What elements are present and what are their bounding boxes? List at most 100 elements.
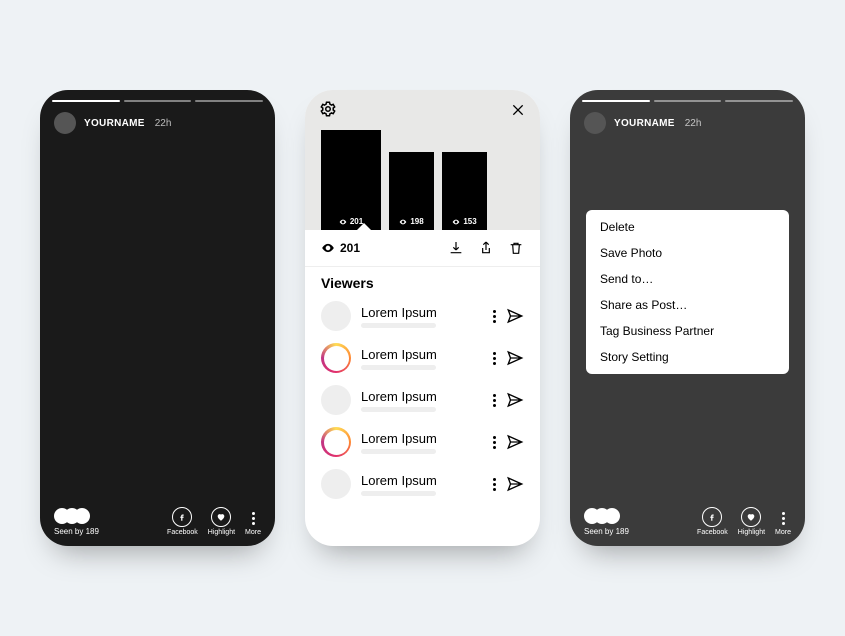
story-actions: Facebook Highlight More — [697, 507, 791, 536]
menu-item[interactable]: Share as Post… — [600, 298, 775, 312]
download-icon[interactable] — [448, 240, 464, 256]
viewer-name-block: Lorem Ipsum — [361, 347, 483, 370]
viewer-subline — [361, 323, 436, 328]
menu-item[interactable]: Delete — [600, 220, 775, 234]
viewer-row[interactable]: Lorem Ipsum — [305, 337, 540, 379]
progress-seg — [124, 100, 192, 102]
more-button[interactable]: More — [245, 512, 261, 536]
seen-by-button[interactable]: Seen by 189 — [584, 508, 629, 536]
viewer-name: Lorem Ipsum — [361, 431, 483, 446]
viewers-tools — [448, 240, 524, 256]
story-phone-basic: YOURNAME 22h Seen by 189 Facebook Highli… — [40, 90, 275, 546]
viewer-name-block: Lorem Ipsum — [361, 431, 483, 454]
facebook-icon — [172, 507, 192, 527]
facebook-icon — [702, 507, 722, 527]
more-icon — [782, 512, 785, 527]
viewer-subline — [361, 449, 436, 454]
send-icon — [506, 349, 524, 367]
viewer-row[interactable]: Lorem Ipsum — [305, 295, 540, 337]
viewers-list: Lorem Ipsum Lorem Ipsum Lorem Ipsum Lorem I… — [305, 295, 540, 505]
story-actions: Facebook Highlight More — [167, 507, 261, 536]
send-button[interactable] — [506, 349, 524, 367]
progress-seg — [52, 100, 120, 102]
send-icon — [506, 391, 524, 409]
viewer-subline — [361, 365, 436, 370]
story-tiles: 201 198 153 — [305, 130, 540, 230]
seen-by-label: Seen by 189 — [54, 527, 99, 536]
gear-icon — [319, 100, 337, 118]
story-phone-with-menu: YOURNAME 22h Delete Save Photo Send to… Sha… — [570, 90, 805, 546]
viewer-avatar[interactable] — [321, 427, 351, 457]
viewer-row[interactable]: Lorem Ipsum — [305, 421, 540, 463]
menu-item[interactable]: Save Photo — [600, 246, 775, 260]
viewer-name: Lorem Ipsum — [361, 347, 483, 362]
eye-icon — [339, 218, 347, 226]
share-icon[interactable] — [478, 240, 494, 256]
highlight-button[interactable]: Highlight — [738, 507, 765, 536]
viewer-more-button[interactable] — [493, 310, 496, 323]
username-label[interactable]: YOURNAME — [614, 118, 675, 129]
viewer-avatar[interactable] — [321, 301, 351, 331]
story-bottom-bar: Seen by 189 Facebook Highlight More — [570, 507, 805, 536]
menu-item[interactable]: Story Setting — [600, 350, 775, 364]
viewer-name: Lorem Ipsum — [361, 473, 483, 488]
viewer-avatar[interactable] — [321, 343, 351, 373]
seen-by-button[interactable]: Seen by 189 — [54, 508, 99, 536]
viewer-more-button[interactable] — [493, 478, 496, 491]
send-button[interactable] — [506, 433, 524, 451]
send-button[interactable] — [506, 307, 524, 325]
viewers-section-title: Viewers — [305, 267, 540, 295]
avatar[interactable] — [54, 112, 76, 134]
time-label: 22h — [155, 118, 172, 129]
tile-count: 198 — [410, 217, 423, 226]
close-icon — [510, 102, 526, 118]
story-tile[interactable]: 201 — [321, 130, 381, 230]
viewer-row[interactable]: Lorem Ipsum — [305, 463, 540, 505]
eye-icon — [399, 218, 407, 226]
time-label: 22h — [685, 118, 702, 129]
progress-seg — [582, 100, 650, 102]
send-button[interactable] — [506, 391, 524, 409]
viewer-row[interactable]: Lorem Ipsum — [305, 379, 540, 421]
viewer-more-button[interactable] — [493, 436, 496, 449]
settings-button[interactable] — [319, 100, 337, 118]
facebook-button[interactable]: Facebook — [167, 507, 198, 536]
more-button[interactable]: More — [775, 512, 791, 536]
close-button[interactable] — [510, 102, 526, 118]
more-icon — [252, 512, 255, 527]
trash-icon[interactable] — [508, 240, 524, 256]
seen-by-label: Seen by 189 — [584, 527, 629, 536]
send-icon — [506, 433, 524, 451]
story-progress — [582, 100, 793, 102]
viewer-more-button[interactable] — [493, 352, 496, 365]
username-label[interactable]: YOURNAME — [84, 118, 145, 129]
viewers-header-area: 201 198 153 — [305, 90, 540, 230]
send-button[interactable] — [506, 475, 524, 493]
menu-item[interactable]: Send to… — [600, 272, 775, 286]
total-views: 201 — [321, 241, 360, 255]
selected-tile-pointer — [357, 223, 371, 230]
tile-count: 153 — [463, 217, 476, 226]
heart-icon — [211, 507, 231, 527]
total-views-count: 201 — [340, 241, 360, 255]
viewer-avatar[interactable] — [321, 385, 351, 415]
progress-seg — [195, 100, 263, 102]
viewer-name: Lorem Ipsum — [361, 389, 483, 404]
progress-seg — [725, 100, 793, 102]
story-header: YOURNAME 22h — [584, 112, 701, 134]
facebook-button[interactable]: Facebook — [697, 507, 728, 536]
viewer-more-button[interactable] — [493, 394, 496, 407]
story-header: YOURNAME 22h — [54, 112, 171, 134]
viewer-avatar[interactable] — [321, 469, 351, 499]
menu-item[interactable]: Tag Business Partner — [600, 324, 775, 338]
avatar[interactable] — [584, 112, 606, 134]
send-icon — [506, 475, 524, 493]
story-context-menu: Delete Save Photo Send to… Share as Post… Ta… — [586, 210, 789, 374]
viewer-name-block: Lorem Ipsum — [361, 473, 483, 496]
viewer-name: Lorem Ipsum — [361, 305, 483, 320]
highlight-button[interactable]: Highlight — [208, 507, 235, 536]
viewer-name-block: Lorem Ipsum — [361, 305, 483, 328]
story-tile[interactable]: 198 — [389, 152, 434, 230]
viewers-summary-bar: 201 — [305, 230, 540, 267]
story-tile[interactable]: 153 — [442, 152, 487, 230]
